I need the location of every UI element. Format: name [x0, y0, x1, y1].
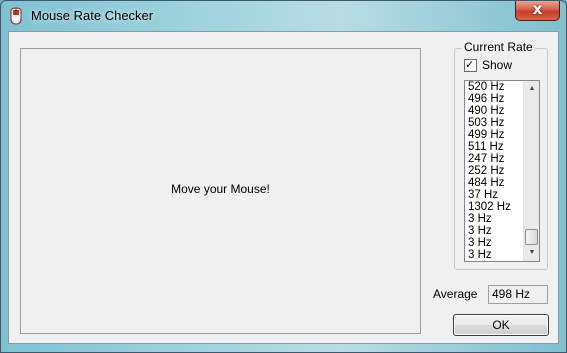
window-title: Mouse Rate Checker — [31, 8, 154, 23]
app-window: Mouse Rate Checker x Move your Mouse! Cu… — [0, 0, 567, 353]
current-rate-group-title: Current Rate — [462, 40, 535, 54]
mouse-tracking-area[interactable]: Move your Mouse! — [20, 48, 421, 334]
show-checkbox-label[interactable]: Show — [482, 58, 512, 72]
list-item[interactable]: 37 Hz — [468, 189, 522, 201]
scroll-thumb[interactable] — [525, 229, 538, 245]
scroll-up-icon[interactable]: ▲ — [524, 81, 539, 97]
rate-list-items: 520 Hz 496 Hz 490 Hz 503 Hz 499 Hz 511 H… — [468, 81, 522, 261]
list-item[interactable]: 503 Hz — [468, 117, 522, 129]
show-checkbox[interactable]: ✓ — [464, 58, 477, 72]
client-area: Move your Mouse! Current Rate ✓ Show 520… — [8, 31, 559, 344]
close-button[interactable]: x — [515, 1, 560, 21]
list-item[interactable]: 3 Hz — [468, 225, 522, 237]
rate-list-scrollbar[interactable]: ▲ ▼ — [523, 81, 539, 261]
list-item[interactable]: 252 Hz — [468, 165, 522, 177]
list-item[interactable]: 520 Hz — [468, 81, 522, 93]
rate-listbox[interactable]: 520 Hz 496 Hz 490 Hz 503 Hz 499 Hz 511 H… — [464, 80, 540, 262]
mouse-app-icon — [10, 7, 22, 25]
list-item[interactable]: 496 Hz — [468, 93, 522, 105]
list-item[interactable]: 511 Hz — [468, 141, 522, 153]
title-bar[interactable]: Mouse Rate Checker x — [1, 1, 566, 31]
list-item[interactable]: 3 Hz — [468, 237, 522, 249]
list-item[interactable]: 490 Hz — [468, 105, 522, 117]
list-item[interactable]: 3 Hz — [468, 213, 522, 225]
ok-button[interactable]: OK — [453, 314, 549, 336]
list-item[interactable]: 3 Hz — [468, 249, 522, 261]
average-value-field: 498 Hz — [488, 285, 548, 304]
list-item[interactable]: 1302 Hz — [468, 201, 522, 213]
close-icon: x — [532, 0, 543, 18]
move-mouse-prompt: Move your Mouse! — [171, 182, 270, 196]
checkmark-icon: ✓ — [465, 58, 475, 71]
average-label: Average — [433, 287, 478, 301]
list-item[interactable]: 499 Hz — [468, 129, 522, 141]
scroll-down-icon[interactable]: ▼ — [524, 245, 539, 261]
list-item[interactable]: 247 Hz — [468, 153, 522, 165]
list-item[interactable]: 484 Hz — [468, 177, 522, 189]
current-rate-group: Current Rate ✓ Show 520 Hz 496 Hz 490 Hz… — [454, 40, 548, 270]
